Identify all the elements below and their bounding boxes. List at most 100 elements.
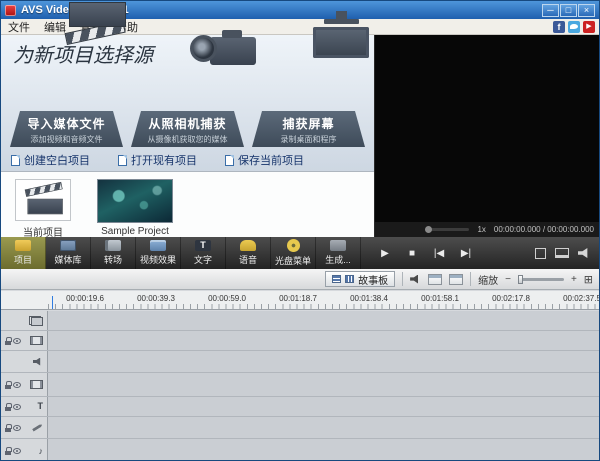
video-audio-track bbox=[1, 351, 599, 373]
current-project-item[interactable]: 当前项目 bbox=[15, 179, 71, 239]
tab-produce[interactable]: 生成... bbox=[316, 237, 361, 269]
seek-handle[interactable] bbox=[425, 226, 433, 233]
fit-screen-icon[interactable] bbox=[535, 247, 546, 259]
source-title: 从照相机捕获 bbox=[148, 117, 227, 131]
lock-icon[interactable] bbox=[5, 336, 12, 345]
music-track: ♪ bbox=[1, 439, 599, 460]
preview-display-controls bbox=[535, 237, 599, 269]
next-frame-button[interactable]: ▶| bbox=[458, 248, 474, 259]
zoom-handle[interactable] bbox=[517, 274, 523, 284]
mute-icon[interactable] bbox=[410, 274, 419, 284]
transition-icon bbox=[105, 240, 121, 251]
storyboard-toggle-button[interactable]: 故事板 bbox=[325, 271, 396, 287]
track-view-icon[interactable] bbox=[428, 273, 443, 285]
text-track: T bbox=[1, 397, 599, 417]
tab-text[interactable]: T 文字 bbox=[181, 237, 226, 269]
lock-icon[interactable] bbox=[5, 380, 12, 389]
overlay-track-header[interactable] bbox=[1, 373, 48, 396]
music-track-header[interactable]: ♪ bbox=[1, 439, 48, 460]
ruler-timestamp: 00:01:38.4 bbox=[350, 294, 388, 303]
tab-project[interactable]: 项目 bbox=[1, 237, 46, 269]
sample-project-item[interactable]: Sample Project bbox=[97, 179, 173, 237]
overlay-track bbox=[1, 373, 599, 397]
folder-icon bbox=[15, 240, 31, 251]
visibility-icon[interactable] bbox=[13, 424, 21, 431]
seek-slider[interactable] bbox=[425, 226, 470, 233]
facebook-icon[interactable]: f bbox=[553, 20, 565, 33]
scenes-track-header[interactable] bbox=[1, 311, 48, 330]
close-button[interactable]: × bbox=[578, 3, 595, 17]
fullscreen-monitor-icon[interactable] bbox=[555, 248, 569, 258]
compact-view-icon[interactable] bbox=[449, 273, 464, 285]
ruler-timestamp: 00:01:58.1 bbox=[421, 294, 459, 303]
lock-icon[interactable] bbox=[5, 423, 12, 432]
lock-icon[interactable] bbox=[5, 447, 12, 455]
tab-label: 生成... bbox=[325, 255, 351, 265]
scenes-track-lane[interactable] bbox=[48, 311, 599, 330]
video-track bbox=[1, 331, 599, 351]
divider bbox=[402, 272, 404, 286]
video-track-header[interactable] bbox=[1, 331, 48, 350]
lock-icon[interactable] bbox=[5, 402, 12, 411]
clapperboard-icon bbox=[24, 181, 63, 215]
tab-voice[interactable]: 语音 bbox=[226, 237, 271, 269]
tab-transitions[interactable]: 转场 bbox=[91, 237, 136, 269]
visibility-icon[interactable] bbox=[13, 381, 21, 388]
capture-screen-card: 捕获屏幕 录制桌面和程序 bbox=[252, 111, 365, 147]
visibility-icon[interactable] bbox=[13, 448, 21, 454]
sample-project-thumbnail bbox=[97, 179, 173, 223]
video-audio-track-header[interactable] bbox=[1, 351, 48, 372]
voice-track-lane[interactable] bbox=[48, 417, 599, 438]
text-track-header[interactable]: T bbox=[1, 397, 48, 416]
tab-label: 语音 bbox=[238, 255, 257, 265]
import-media-button[interactable]: 导入媒体文件 添加视频和音频文件 bbox=[7, 2, 126, 149]
minimize-button[interactable]: ─ bbox=[542, 3, 559, 17]
youtube-icon[interactable]: ▶ bbox=[583, 20, 595, 33]
zoom-out-icon[interactable]: − bbox=[505, 274, 511, 285]
save-project-link[interactable]: 保存当前项目 bbox=[225, 152, 304, 168]
tab-label: 媒体库 bbox=[54, 255, 82, 265]
tab-media-library[interactable]: 媒体库 bbox=[46, 237, 91, 269]
scenes-icon bbox=[29, 315, 43, 326]
ruler-timestamp: 00:00:19.6 bbox=[66, 294, 104, 303]
play-button[interactable]: ▶ bbox=[377, 248, 393, 259]
start-panel: 为新项目选择源 导入媒体文件 添加视频和音频文件 从照相机捕获 从摄像机获取您的… bbox=[1, 2, 374, 239]
video-audio-track-lane[interactable] bbox=[48, 351, 599, 372]
scenes-track bbox=[1, 311, 599, 331]
mode-toolbar: 项目 媒体库 转场 视频效果 T 文字 语音 光盘菜单 生成... ▶ ■ |◀… bbox=[1, 237, 599, 269]
text-track-lane[interactable] bbox=[48, 397, 599, 416]
visibility-icon[interactable] bbox=[13, 337, 21, 344]
maximize-button[interactable]: □ bbox=[560, 3, 577, 17]
source-subtitle: 从摄像机获取您的媒体 bbox=[147, 135, 228, 144]
zoom-in-icon[interactable]: + bbox=[571, 274, 577, 285]
music-track-lane[interactable] bbox=[48, 439, 599, 460]
timecode: 00:00:00.000 / 00:00:00.000 bbox=[493, 225, 594, 234]
menu-file[interactable]: 文件 bbox=[1, 19, 37, 35]
expand-timeline-icon[interactable]: ⊞ bbox=[584, 273, 593, 286]
twitter-icon[interactable] bbox=[568, 20, 580, 33]
voice-track-header[interactable] bbox=[1, 417, 48, 438]
previous-frame-button[interactable]: |◀ bbox=[431, 248, 447, 259]
video-track-lane[interactable] bbox=[48, 331, 599, 350]
source-title: 导入媒体文件 bbox=[27, 117, 106, 131]
volume-icon[interactable] bbox=[578, 248, 588, 258]
tab-disc-menu[interactable]: 光盘菜单 bbox=[271, 237, 316, 269]
source-options: 导入媒体文件 添加视频和音频文件 从照相机捕获 从摄像机获取您的媒体 捕获屏幕 … bbox=[1, 2, 374, 149]
app-logo-icon bbox=[5, 4, 16, 16]
stop-button[interactable]: ■ bbox=[404, 248, 420, 259]
visibility-icon[interactable] bbox=[13, 403, 21, 410]
source-title: 捕获屏幕 bbox=[282, 117, 335, 131]
overlay-track-lane[interactable] bbox=[48, 373, 599, 396]
create-blank-project-link[interactable]: 创建空白项目 bbox=[11, 152, 90, 168]
tab-label: 转场 bbox=[103, 255, 122, 265]
overlay-track-icon bbox=[30, 380, 43, 389]
tab-video-effects[interactable]: 视频效果 bbox=[136, 237, 181, 269]
playback-speed: 1x bbox=[477, 225, 486, 234]
speaker-icon[interactable] bbox=[33, 357, 41, 366]
open-project-link[interactable]: 打开现有项目 bbox=[118, 152, 197, 168]
timeline-ruler[interactable]: 00:00:19.6 00:00:39.3 00:00:59.0 00:01:1… bbox=[1, 291, 599, 310]
storyboard-label: 故事板 bbox=[358, 275, 389, 287]
capture-screen-button[interactable]: 捕获屏幕 录制桌面和程序 bbox=[249, 11, 369, 149]
capture-camera-button[interactable]: 从照相机捕获 从摄像机获取您的媒体 bbox=[128, 30, 256, 149]
zoom-slider[interactable] bbox=[517, 274, 564, 284]
